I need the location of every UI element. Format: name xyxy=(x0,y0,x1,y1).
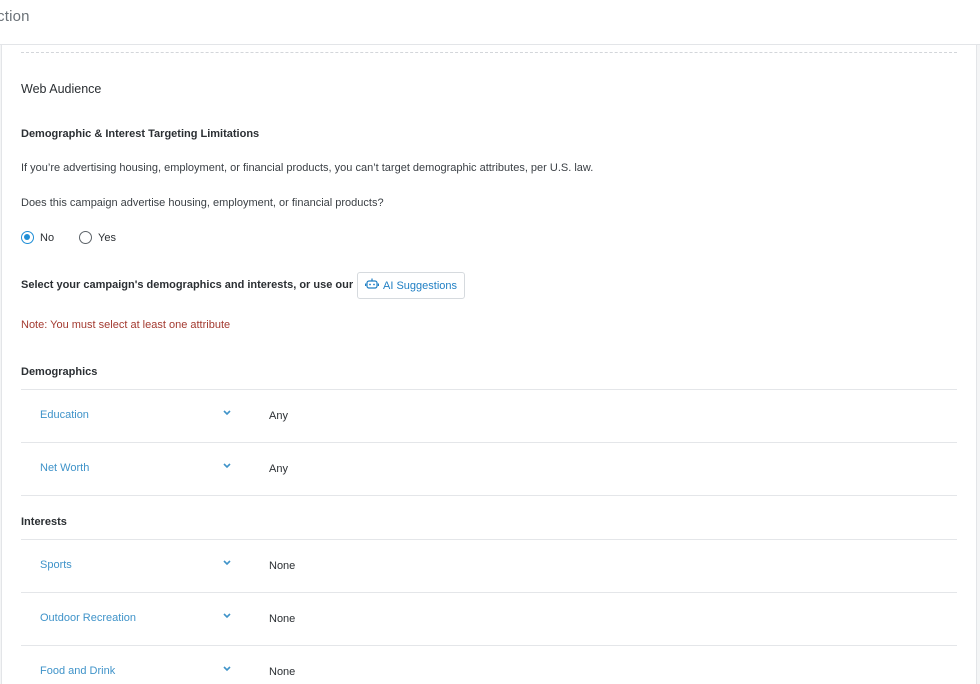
interests-label: Interests xyxy=(21,516,67,528)
top-bar: ction xyxy=(0,0,980,45)
row-net-worth[interactable]: Net Worth Any xyxy=(21,443,957,495)
chevron-down-icon[interactable] xyxy=(219,458,235,474)
targeting-question: Does this campaign advertise housing, em… xyxy=(21,197,384,209)
radio-no-label: No xyxy=(40,231,55,244)
ai-suggestions-label: AI Suggestions xyxy=(383,279,457,292)
web-audience-card: Web Audience Demographic & Interest Targ… xyxy=(1,45,977,684)
section-title: Web Audience xyxy=(21,82,102,96)
chevron-down-icon[interactable] xyxy=(219,608,235,624)
row-sports[interactable]: Sports None xyxy=(21,540,957,592)
row-outdoor-recreation-label[interactable]: Outdoor Recreation xyxy=(40,612,136,624)
chevron-down-icon[interactable] xyxy=(219,555,235,571)
row-education-label[interactable]: Education xyxy=(40,409,89,421)
row-sports-value: None xyxy=(269,560,296,572)
row-outdoor-recreation[interactable]: Outdoor Recreation None xyxy=(21,593,957,645)
limitations-text: If you’re advertising housing, employmen… xyxy=(21,162,594,174)
attribute-note: Note: You must select at least one attri… xyxy=(21,319,231,331)
radio-yes-circle[interactable] xyxy=(79,231,92,244)
section-divider xyxy=(21,52,957,53)
limitations-heading: Demographic & Interest Targeting Limitat… xyxy=(21,128,260,140)
robot-icon xyxy=(365,278,379,293)
row-education-value: Any xyxy=(269,410,288,422)
row-food-and-drink[interactable]: Food and Drink None xyxy=(21,646,957,684)
row-net-worth-value: Any xyxy=(269,463,288,475)
chevron-down-icon[interactable] xyxy=(219,405,235,421)
row-food-and-drink-value: None xyxy=(269,666,296,678)
radio-yes[interactable]: Yes xyxy=(79,231,116,244)
row-net-worth-label[interactable]: Net Worth xyxy=(40,462,89,474)
radio-no-circle[interactable] xyxy=(21,231,34,244)
select-prompt: Select your campaign's demographics and … xyxy=(21,279,354,291)
radio-yes-label: Yes xyxy=(98,231,116,244)
row-education[interactable]: Education Any xyxy=(21,390,957,442)
radio-no[interactable]: No xyxy=(21,231,54,244)
ai-suggestions-button[interactable]: AI Suggestions xyxy=(357,272,465,299)
row-sports-label[interactable]: Sports xyxy=(40,559,72,571)
chevron-down-icon[interactable] xyxy=(219,661,235,677)
page-title: ction xyxy=(0,8,30,25)
divider xyxy=(21,495,957,496)
row-outdoor-recreation-value: None xyxy=(269,613,296,625)
demographics-label: Demographics xyxy=(21,366,98,378)
row-food-and-drink-label[interactable]: Food and Drink xyxy=(40,665,115,677)
